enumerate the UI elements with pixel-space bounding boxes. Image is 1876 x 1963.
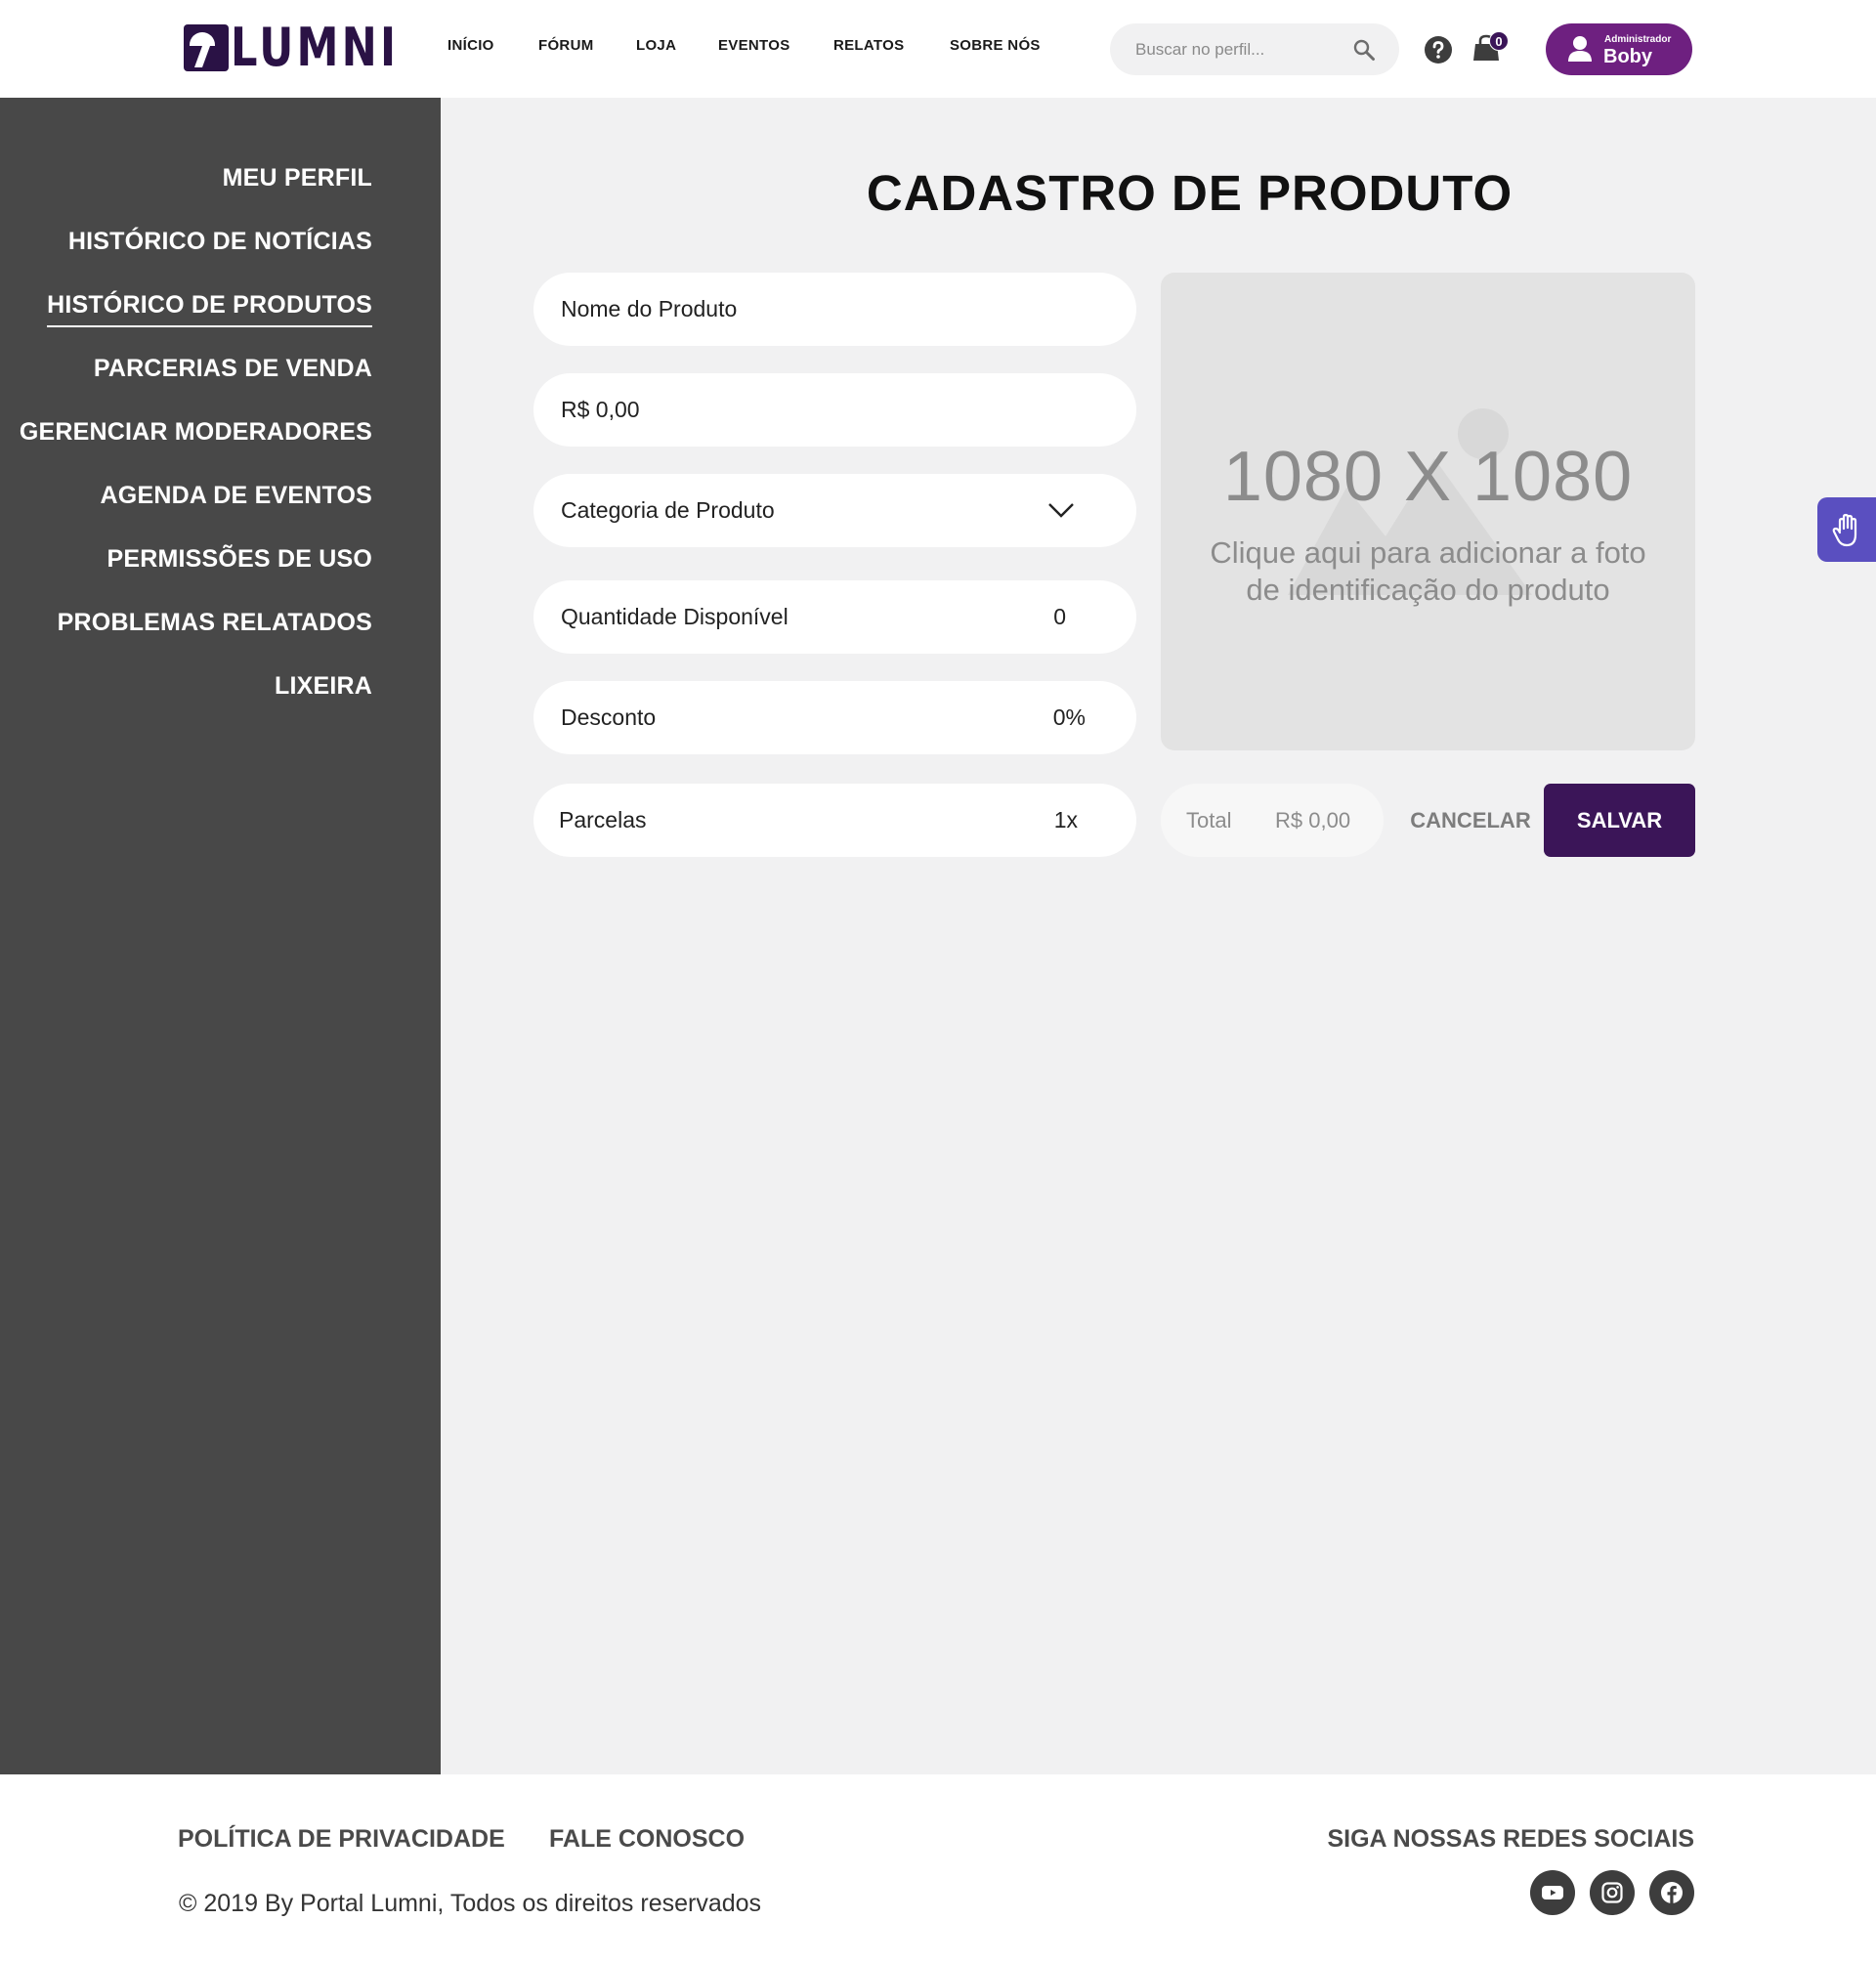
sidebar-item-parcerias-venda[interactable]: PARCERIAS DE VENDA (94, 355, 372, 383)
youtube-icon[interactable] (1530, 1870, 1575, 1915)
privacy-policy-link[interactable]: POLÍTICA DE PRIVACIDADE (178, 1825, 505, 1854)
category-label: Categoria de Produto (561, 497, 775, 523)
discount-field[interactable]: Desconto 0% (533, 681, 1136, 754)
accessibility-button[interactable] (1817, 497, 1876, 562)
copyright-text: © 2019 By Portal Lumni, Todos os direito… (179, 1890, 762, 1917)
top-header: LUMNI INÍCIO FÓRUM LOJA EVENTOS RELATOS … (0, 0, 1876, 98)
sidebar-item-meu-perfil[interactable]: MEU PERFIL (223, 164, 372, 192)
search-box (1110, 23, 1399, 75)
user-role: Administrador (1604, 34, 1672, 45)
user-name: Boby (1603, 46, 1652, 67)
category-select[interactable]: Categoria de Produto (533, 474, 1136, 547)
installments-value: 1x (1053, 807, 1078, 832)
sidebar-item-historico-noticias[interactable]: HISTÓRICO DE NOTÍCIAS (68, 228, 372, 256)
search-icon[interactable] (1352, 38, 1376, 62)
logo-text: LUMNI (231, 17, 400, 78)
total-display: Total R$ 0,00 (1161, 784, 1384, 857)
nav-eventos[interactable]: EVENTOS (718, 37, 790, 54)
sidebar-item-lixeira[interactable]: LIXEIRA (275, 672, 372, 701)
sidebar-item-permissoes-uso[interactable]: PERMISSÕES DE USO (107, 545, 372, 574)
cancel-button[interactable]: CANCELAR (1407, 784, 1534, 857)
sidebar-item-gerenciar-moderadores[interactable]: GERENCIAR MODERADORES (20, 418, 372, 447)
image-dimensions: 1080 X 1080 (1222, 438, 1634, 516)
sidebar-item-problemas-relatados[interactable]: PROBLEMAS RELATADOS (58, 609, 372, 637)
price-field (533, 373, 1136, 447)
social-title: SIGA NOSSAS REDES SOCIAIS (1327, 1825, 1694, 1853)
nav-loja[interactable]: LOJA (636, 37, 676, 54)
page-title: CADASTRO DE PRODUTO (866, 165, 1514, 221)
nav-forum[interactable]: FÓRUM (538, 37, 594, 54)
installments-field[interactable]: Parcelas 1x (533, 784, 1136, 857)
search-input[interactable] (1135, 23, 1350, 75)
nav-relatos[interactable]: RELATOS (833, 37, 904, 54)
facebook-icon[interactable] (1649, 1870, 1694, 1915)
total-label: Total (1186, 808, 1232, 832)
logo-mark-icon (184, 24, 229, 71)
sidebar-item-historico-produtos[interactable]: HISTÓRICO DE PRODUTOS (47, 291, 372, 327)
cart-count-badge: 0 (1489, 31, 1509, 51)
image-upload-hint: Clique aqui para adicionar a foto de ide… (1210, 535, 1646, 607)
hand-icon (1832, 513, 1857, 547)
user-icon (1568, 36, 1592, 62)
discount-value: 0% (1052, 704, 1086, 730)
product-name-input[interactable] (561, 273, 1108, 346)
save-button[interactable]: SALVAR (1544, 784, 1695, 857)
nav-inicio[interactable]: INÍCIO (448, 37, 494, 54)
quantity-field[interactable]: Quantidade Disponível 0 (533, 580, 1136, 654)
help-icon[interactable] (1425, 36, 1452, 64)
sidebar-item-agenda-eventos[interactable]: AGENDA DE EVENTOS (101, 482, 372, 510)
product-image-upload[interactable]: 1080 X 1080 Clique aqui para adicionar a… (1161, 273, 1695, 750)
page-footer: POLÍTICA DE PRIVACIDADE FALE CONOSCO © 2… (0, 1774, 1876, 1963)
price-input[interactable] (561, 373, 1108, 447)
product-name-field (533, 273, 1136, 346)
instagram-icon[interactable] (1590, 1870, 1635, 1915)
discount-label: Desconto (561, 704, 657, 730)
quantity-value: 0 (1053, 604, 1066, 629)
lumni-logo[interactable]: LUMNI (184, 21, 441, 74)
user-menu-button[interactable]: Administrador Boby (1546, 23, 1692, 75)
installments-label: Parcelas (559, 807, 647, 832)
contact-link[interactable]: FALE CONOSCO (549, 1825, 745, 1854)
profile-sidebar: MEU PERFIL HISTÓRICO DE NOTÍCIAS HISTÓRI… (0, 98, 441, 1774)
total-value: R$ 0,00 (1275, 808, 1351, 832)
nav-sobre-nos[interactable]: SOBRE NÓS (950, 37, 1041, 54)
quantity-label: Quantidade Disponível (561, 604, 789, 629)
chevron-down-icon (1048, 503, 1074, 518)
